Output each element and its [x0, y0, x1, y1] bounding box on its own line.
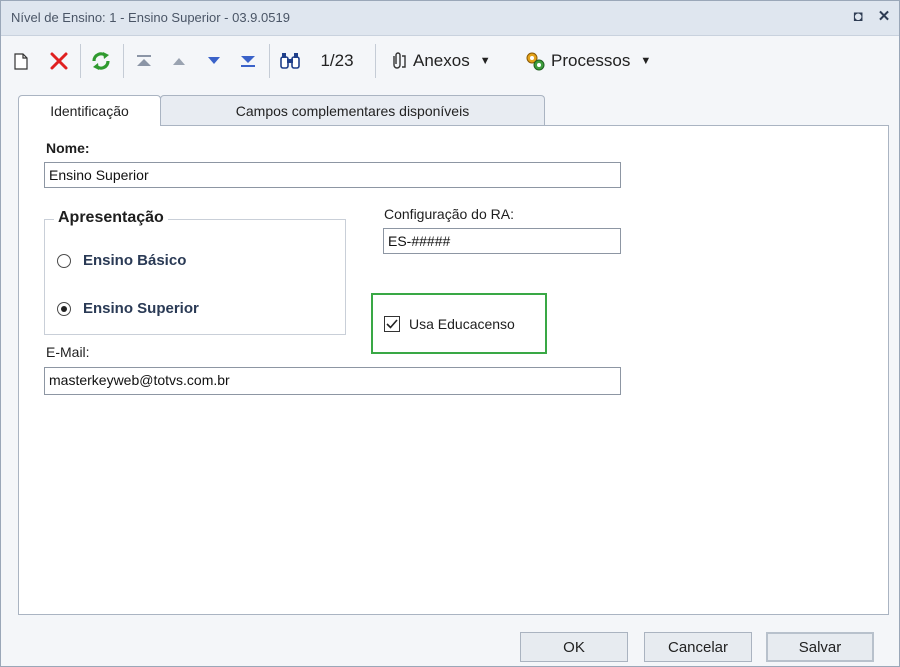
- radio-label: Ensino Superior: [83, 300, 199, 317]
- first-record-button[interactable]: [133, 49, 155, 73]
- ok-button[interactable]: OK: [520, 632, 628, 662]
- new-document-icon: [14, 53, 28, 70]
- processes-menu[interactable]: Processos ▼: [523, 49, 673, 73]
- nome-input[interactable]: Ensino Superior: [44, 162, 621, 188]
- tab-bar: Identificação Campos complementares disp…: [1, 89, 899, 126]
- presentation-title: Apresentação: [54, 209, 168, 227]
- ra-config-label: Configuração do RA:: [384, 206, 514, 222]
- radio-circle-selected[interactable]: [57, 301, 71, 316]
- tab-identificacao[interactable]: Identificação: [18, 95, 161, 126]
- previous-record-button[interactable]: [168, 49, 190, 73]
- email-input[interactable]: masterkeyweb@totvs.com.br: [44, 367, 621, 395]
- gears-icon: [526, 52, 545, 71]
- educacenso-label: Usa Educacenso: [409, 316, 515, 332]
- paperclip-icon: [393, 52, 406, 69]
- attachments-menu[interactable]: Anexos ▼: [387, 49, 515, 73]
- educacenso-checkbox[interactable]: [384, 316, 400, 332]
- radio-ensino-superior[interactable]: Ensino Superior: [57, 300, 199, 317]
- delete-button[interactable]: [47, 49, 71, 73]
- checkmark-icon: [386, 319, 398, 329]
- down-arrow-icon: [208, 57, 220, 64]
- tab-campos-complementares[interactable]: Campos complementares disponíveis: [160, 95, 545, 125]
- new-record-button[interactable]: [11, 49, 31, 73]
- ra-config-input[interactable]: ES-#####: [383, 228, 621, 254]
- cancel-button[interactable]: Cancelar: [644, 632, 752, 662]
- record-position-text: 1/23: [320, 51, 354, 70]
- dialog-window: Nível de Ensino: 1 - Ensino Superior - 0…: [0, 0, 900, 667]
- attachments-label: Anexos: [413, 51, 470, 70]
- binoculars-icon: [280, 53, 300, 69]
- radio-label: Ensino Básico: [83, 252, 187, 269]
- chevron-down-icon: ▼: [640, 55, 652, 67]
- window-title: Nível de Ensino: 1 - Ensino Superior - 0…: [11, 10, 290, 25]
- title-bar: Nível de Ensino: 1 - Ensino Superior - 0…: [1, 1, 899, 36]
- first-record-icon: [137, 55, 151, 66]
- nome-label: Nome:: [46, 140, 90, 156]
- processes-label: Processos: [551, 51, 631, 70]
- radio-circle[interactable]: [57, 253, 71, 268]
- delete-x-icon: [50, 52, 68, 70]
- last-record-button[interactable]: [237, 49, 259, 73]
- email-label: E-Mail:: [46, 344, 90, 360]
- refresh-icon: [92, 52, 110, 70]
- chevron-down-icon: ▼: [479, 55, 491, 67]
- presentation-group: [44, 219, 346, 335]
- up-arrow-icon: [173, 58, 185, 65]
- toolbar: 1/23 Anexos ▼ Processos ▼: [1, 36, 899, 86]
- record-position: 1/23: [315, 49, 359, 73]
- search-button[interactable]: [278, 49, 302, 73]
- educacenso-checkbox-row[interactable]: Usa Educacenso: [384, 316, 515, 332]
- refresh-button[interactable]: [89, 49, 113, 73]
- last-record-icon: [241, 56, 255, 67]
- next-record-button[interactable]: [203, 49, 225, 73]
- radio-ensino-basico[interactable]: Ensino Básico: [57, 252, 186, 269]
- close-icon[interactable]: ✕: [875, 7, 893, 27]
- restore-icon[interactable]: ◘: [849, 7, 867, 27]
- save-button[interactable]: Salvar: [766, 632, 874, 662]
